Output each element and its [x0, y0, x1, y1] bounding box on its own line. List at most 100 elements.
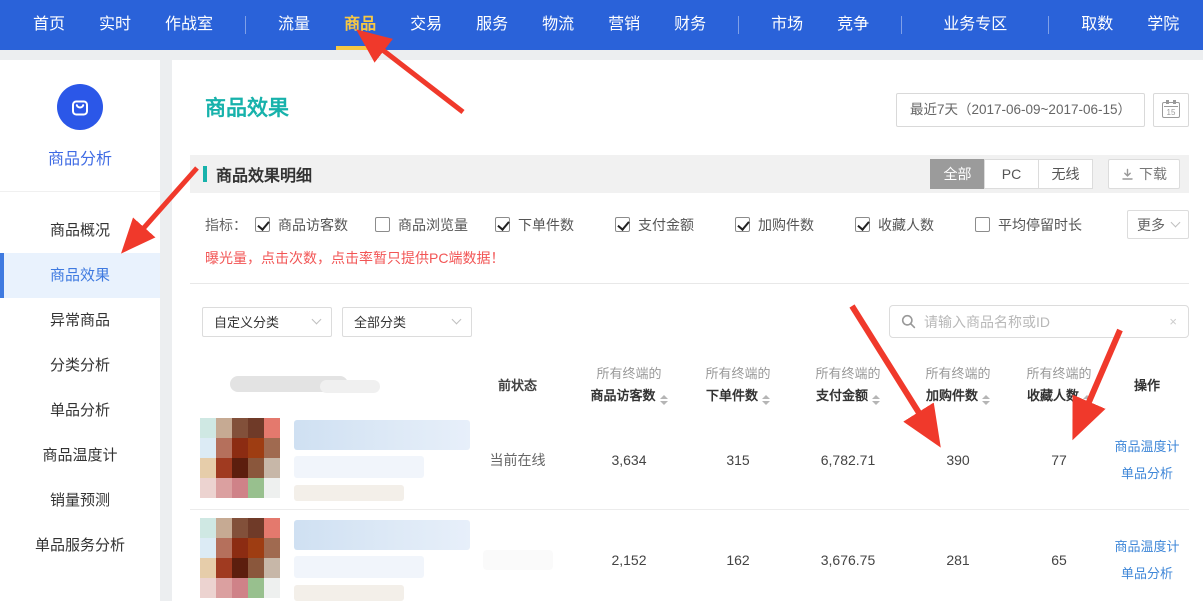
- nav-home[interactable]: 首页: [16, 0, 82, 50]
- orders-cell: 162: [683, 552, 793, 568]
- product-thumbnail-redacted: [200, 418, 280, 498]
- all-category-select[interactable]: 全部分类: [342, 307, 472, 337]
- product-cell[interactable]: [190, 410, 460, 509]
- nav-service[interactable]: 服务: [459, 0, 525, 50]
- filter-row: 自定义分类 全部分类 请输入商品名称或ID ×: [202, 305, 1189, 338]
- sort-icon[interactable]: [872, 395, 880, 405]
- sidebar-title: 商品分析: [0, 145, 160, 169]
- tab-all[interactable]: 全部: [930, 159, 985, 189]
- sidebar-item-item-service[interactable]: 单品服务分析: [0, 523, 160, 568]
- payment-cell: 3,676.75: [793, 552, 903, 568]
- date-range-selector[interactable]: 最近7天（2017-06-09~2017-06-15）: [896, 93, 1145, 127]
- product-search-input[interactable]: 请输入商品名称或ID ×: [889, 305, 1189, 338]
- nav-traffic[interactable]: 流量: [261, 0, 327, 50]
- thermometer-link[interactable]: 商品温度计: [1105, 533, 1189, 560]
- status-cell: [460, 550, 575, 570]
- col-favorites-header[interactable]: 所有终端的 收藏人数: [1013, 363, 1105, 405]
- checkbox-orders[interactable]: 下单件数: [495, 215, 615, 235]
- page-header: 商品效果 最近7天（2017-06-09~2017-06-15） 15: [172, 60, 1203, 155]
- product-title-redacted: [294, 518, 470, 601]
- more-button[interactable]: 更多: [1127, 210, 1189, 239]
- custom-category-select[interactable]: 自定义分类: [202, 307, 332, 337]
- col-ops-header: 操作: [1105, 375, 1189, 394]
- nav-business-zone[interactable]: 业务专区: [917, 0, 1033, 50]
- col-product-header-blurred: [190, 376, 460, 392]
- item-analysis-link[interactable]: 单品分析: [1105, 560, 1189, 587]
- col-cart-header[interactable]: 所有终端的 加购件数: [903, 363, 1013, 405]
- checkbox-icon[interactable]: [375, 217, 390, 232]
- checkbox-icon[interactable]: [255, 217, 270, 232]
- visitors-cell: 2,152: [575, 552, 683, 568]
- payment-cell: 6,782.71: [793, 452, 903, 468]
- checkbox-icon[interactable]: [495, 217, 510, 232]
- product-table: 前状态 所有终端的 商品访客数 所有终端的 下单件数 所有终端的 支付金额 所有…: [190, 358, 1189, 601]
- col-payment-header[interactable]: 所有终端的 支付金额: [793, 363, 903, 405]
- product-cell[interactable]: [190, 510, 460, 601]
- section-title: 商品效果明细: [216, 162, 312, 186]
- search-icon: [901, 314, 916, 329]
- sidebar: 商品分析 商品概况 商品效果 异常商品 分类分析 单品分析 商品温度计 销量预测…: [0, 60, 160, 601]
- nav-goods[interactable]: 商品: [327, 0, 393, 50]
- checkbox-icon[interactable]: [855, 217, 870, 232]
- nav-marketing[interactable]: 营销: [591, 0, 657, 50]
- nav-logistics[interactable]: 物流: [525, 0, 591, 50]
- checkbox-icon[interactable]: [735, 217, 750, 232]
- nav-competition[interactable]: 竞争: [820, 0, 886, 50]
- checkbox-payment[interactable]: 支付金额: [615, 215, 735, 235]
- product-thumbnail-redacted: [200, 518, 280, 598]
- checkbox-stay-duration[interactable]: 平均停留时长: [975, 215, 1125, 235]
- checkbox-pageviews[interactable]: 商品浏览量: [375, 215, 495, 235]
- item-analysis-link[interactable]: 单品分析: [1105, 460, 1189, 487]
- table-row: 当前在线 3,634 315 6,782.71 390 77 商品温度计 单品分…: [190, 410, 1189, 509]
- search-placeholder: 请输入商品名称或ID: [924, 312, 1050, 332]
- orders-cell: 315: [683, 452, 793, 468]
- chevron-down-icon: [312, 315, 322, 325]
- calendar-icon: 15: [1162, 102, 1180, 118]
- ops-cell: 商品温度计 单品分析: [1105, 533, 1189, 587]
- sidebar-item-thermometer[interactable]: 商品温度计: [0, 433, 160, 478]
- calendar-button[interactable]: 15: [1153, 93, 1189, 127]
- sidebar-item-single-item[interactable]: 单品分析: [0, 388, 160, 433]
- sort-icon[interactable]: [1083, 395, 1091, 405]
- checkbox-cart-add[interactable]: 加购件数: [735, 215, 855, 235]
- nav-data-extract[interactable]: 取数: [1064, 0, 1130, 50]
- tab-pc[interactable]: PC: [984, 159, 1039, 189]
- ops-cell: 商品温度计 单品分析: [1105, 433, 1189, 487]
- date-range-control: 最近7天（2017-06-09~2017-06-15） 15: [896, 93, 1189, 127]
- favorites-cell: 77: [1013, 452, 1105, 468]
- checkbox-icon[interactable]: [975, 217, 990, 232]
- nav-war-room[interactable]: 作战室: [148, 0, 230, 50]
- nav-market[interactable]: 市场: [754, 0, 820, 50]
- nav-divider: [901, 16, 902, 34]
- sidebar-item-abnormal[interactable]: 异常商品: [0, 298, 160, 343]
- checkbox-favorites[interactable]: 收藏人数: [855, 215, 975, 235]
- sort-icon[interactable]: [660, 395, 668, 405]
- sidebar-item-effect[interactable]: 商品效果: [0, 253, 160, 298]
- thermometer-link[interactable]: 商品温度计: [1105, 433, 1189, 460]
- sidebar-item-category[interactable]: 分类分析: [0, 343, 160, 388]
- product-title-redacted: [294, 418, 470, 501]
- checkbox-visitors[interactable]: 商品访客数: [255, 215, 375, 235]
- col-orders-header[interactable]: 所有终端的 下单件数: [683, 363, 793, 405]
- checkbox-icon[interactable]: [615, 217, 630, 232]
- sidebar-item-overview[interactable]: 商品概况: [0, 208, 160, 253]
- status-cell: 当前在线: [460, 450, 575, 470]
- shopping-bag-icon: [57, 84, 103, 130]
- clear-icon[interactable]: ×: [1169, 314, 1177, 329]
- col-visitors-header[interactable]: 所有终端的 商品访客数: [575, 363, 683, 405]
- sort-icon[interactable]: [762, 395, 770, 405]
- nav-trade[interactable]: 交易: [393, 0, 459, 50]
- tab-wireless[interactable]: 无线: [1038, 159, 1093, 189]
- top-nav: 首页 实时 作战室 流量 商品 交易 服务 物流 营销 财务 市场 竞争 业务专…: [0, 0, 1203, 50]
- table-header-row: 前状态 所有终端的 商品访客数 所有终端的 下单件数 所有终端的 支付金额 所有…: [190, 358, 1189, 410]
- nav-divider: [245, 16, 246, 34]
- nav-realtime[interactable]: 实时: [82, 0, 148, 50]
- download-button[interactable]: 下载: [1108, 159, 1180, 189]
- nav-divider: [1048, 16, 1049, 34]
- sidebar-header: 商品分析: [0, 60, 160, 192]
- nav-finance[interactable]: 财务: [657, 0, 723, 50]
- metrics-row: 指标： 商品访客数 商品浏览量 下单件数 支付金额 加购件数 收藏人数 平均停留…: [205, 210, 1189, 239]
- nav-academy[interactable]: 学院: [1130, 0, 1196, 50]
- sidebar-item-sales-forecast[interactable]: 销量预测: [0, 478, 160, 523]
- sort-icon[interactable]: [982, 395, 990, 405]
